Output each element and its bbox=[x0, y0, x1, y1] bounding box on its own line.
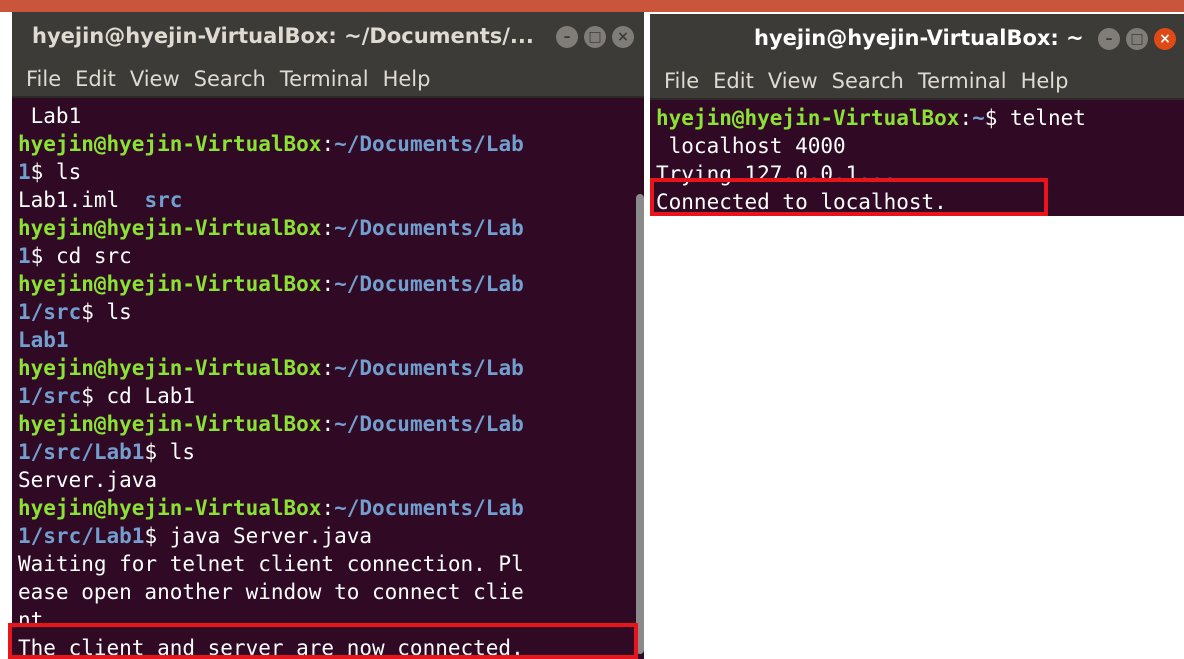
output-text: ease open another window to connect clie bbox=[18, 580, 524, 604]
maximize-icon[interactable]: □ bbox=[584, 26, 606, 48]
menu-help[interactable]: Help bbox=[383, 67, 431, 91]
terminal-line: hyejin@hyejin-VirtualBox:~/Documents/Lab bbox=[18, 494, 644, 522]
prompt-path: 1/src/Lab1 bbox=[18, 524, 145, 548]
prompt-separator: : bbox=[321, 496, 335, 520]
window-title: hyejin@hyejin-VirtualBox: ~/Documents/..… bbox=[32, 24, 534, 48]
prompt-user: hyejin@hyejin-VirtualBox bbox=[18, 412, 322, 436]
menu-file[interactable]: File bbox=[664, 69, 699, 93]
prompt-path: ~/Documents/Lab bbox=[334, 496, 524, 520]
terminal-line: Lab1.iml src bbox=[18, 186, 644, 214]
command-text: $ ls bbox=[30, 160, 82, 184]
prompt-user: hyejin@hyejin-VirtualBox bbox=[18, 496, 322, 520]
menu-help[interactable]: Help bbox=[1021, 69, 1069, 93]
menu-file[interactable]: File bbox=[26, 67, 61, 91]
menu-bar: File Edit View Search Terminal Help bbox=[650, 64, 1184, 100]
prompt-path: 1/src bbox=[18, 300, 82, 324]
prompt-user: hyejin@hyejin-VirtualBox bbox=[18, 356, 322, 380]
terminal-line: 1/src$ ls bbox=[18, 298, 644, 326]
command-text: $ java Server.java bbox=[144, 524, 373, 548]
menu-view[interactable]: View bbox=[130, 67, 180, 91]
terminal-line: 1$ ls bbox=[18, 158, 644, 186]
minimize-icon[interactable]: – bbox=[1098, 28, 1120, 50]
output-text: Lab1 bbox=[18, 104, 82, 128]
maximize-icon[interactable]: □ bbox=[1126, 28, 1148, 50]
terminal-line: 1/src$ cd Lab1 bbox=[18, 382, 644, 410]
titlebar[interactable]: hyejin@hyejin-VirtualBox: ~/Documents/..… bbox=[12, 12, 644, 62]
output-text: Waiting for telnet client connection. Pl bbox=[18, 552, 524, 576]
terminal-line: hyejin@hyejin-VirtualBox:~/Documents/Lab bbox=[18, 130, 644, 158]
directory-name: src bbox=[144, 188, 183, 212]
command-text: $ telnet bbox=[984, 106, 1086, 130]
menu-edit[interactable]: Edit bbox=[75, 67, 116, 91]
menu-view[interactable]: View bbox=[768, 69, 818, 93]
command-text: $ cd Lab1 bbox=[81, 384, 196, 408]
window-controls: – □ × bbox=[556, 26, 634, 48]
prompt-user: hyejin@hyejin-VirtualBox bbox=[18, 216, 322, 240]
terminal-line: 1/src/Lab1$ ls bbox=[18, 438, 644, 466]
prompt-user: hyejin@hyejin-VirtualBox bbox=[18, 132, 322, 156]
prompt-path: 1/src bbox=[18, 384, 82, 408]
terminal-line: hyejin@hyejin-VirtualBox:~/Documents/Lab bbox=[18, 214, 644, 242]
prompt-separator: : bbox=[321, 272, 335, 296]
terminal-line: 1/src/Lab1$ java Server.java bbox=[18, 522, 644, 550]
command-text: $ ls bbox=[144, 440, 196, 464]
menu-bar: File Edit View Search Terminal Help bbox=[12, 62, 644, 98]
output-text: Server.java bbox=[18, 468, 158, 492]
titlebar[interactable]: hyejin@hyejin-VirtualBox: ~ – □ × bbox=[650, 14, 1184, 64]
menu-edit[interactable]: Edit bbox=[713, 69, 754, 93]
terminal-line: hyejin@hyejin-VirtualBox:~/Documents/Lab bbox=[18, 354, 644, 382]
prompt-user: hyejin@hyejin-VirtualBox bbox=[18, 272, 322, 296]
terminal-line: Waiting for telnet client connection. Pl bbox=[18, 550, 644, 578]
terminal-line: hyejin@hyejin-VirtualBox:~/Documents/Lab bbox=[18, 410, 644, 438]
close-icon[interactable]: × bbox=[612, 26, 634, 48]
output-text: localhost 4000 bbox=[656, 134, 846, 158]
command-text: $ cd src bbox=[30, 244, 132, 268]
prompt-separator: : bbox=[321, 412, 335, 436]
window-title: hyejin@hyejin-VirtualBox: ~ bbox=[754, 26, 1084, 50]
menu-search[interactable]: Search bbox=[194, 67, 266, 91]
prompt-path: 1 bbox=[18, 244, 31, 268]
terminal-line: Server.java bbox=[18, 466, 644, 494]
prompt-path: 1 bbox=[18, 160, 31, 184]
prompt-separator: : bbox=[959, 106, 973, 130]
menu-terminal[interactable]: Terminal bbox=[280, 67, 369, 91]
terminal-line: hyejin@hyejin-VirtualBox:~$ telnet bbox=[656, 104, 1184, 132]
prompt-path: ~/Documents/Lab bbox=[334, 412, 524, 436]
desktop: hyejin@hyejin-VirtualBox: ~/Documents/..… bbox=[0, 0, 1184, 659]
prompt-separator: : bbox=[321, 216, 335, 240]
prompt-path: ~/Documents/Lab bbox=[334, 216, 524, 240]
directory-name: Lab1 bbox=[18, 328, 69, 352]
prompt-path: ~/Documents/Lab bbox=[334, 132, 524, 156]
command-text: $ ls bbox=[81, 300, 132, 324]
window-controls: – □ × bbox=[1098, 28, 1176, 50]
prompt-separator: : bbox=[321, 132, 335, 156]
prompt-path: ~/Documents/Lab bbox=[334, 356, 524, 380]
prompt-path: 1/src/Lab1 bbox=[18, 440, 145, 464]
desktop-top-edge bbox=[0, 0, 1184, 12]
scrollbar[interactable] bbox=[636, 194, 644, 654]
prompt-user: hyejin@hyejin-VirtualBox bbox=[656, 106, 960, 130]
close-icon[interactable]: × bbox=[1154, 28, 1176, 50]
highlight-box-client-connected bbox=[650, 178, 1048, 216]
highlight-box-server-connected bbox=[8, 623, 638, 659]
terminal-line: localhost 4000 bbox=[656, 132, 1184, 160]
terminal-line: hyejin@hyejin-VirtualBox:~/Documents/Lab bbox=[18, 270, 644, 298]
menu-search[interactable]: Search bbox=[832, 69, 904, 93]
prompt-path: ~/Documents/Lab bbox=[334, 272, 524, 296]
terminal-line: 1$ cd src bbox=[18, 242, 644, 270]
minimize-icon[interactable]: – bbox=[556, 26, 578, 48]
terminal-window-server[interactable]: hyejin@hyejin-VirtualBox: ~/Documents/..… bbox=[12, 12, 644, 659]
file-name: Lab1.iml bbox=[18, 188, 145, 212]
terminal-output[interactable]: Lab1 hyejin@hyejin-VirtualBox:~/Documents… bbox=[12, 98, 644, 659]
terminal-line: Lab1 bbox=[18, 326, 644, 354]
menu-terminal[interactable]: Terminal bbox=[918, 69, 1007, 93]
prompt-separator: : bbox=[321, 356, 335, 380]
terminal-line: ease open another window to connect clie bbox=[18, 578, 644, 606]
prompt-path: ~ bbox=[972, 106, 985, 130]
terminal-line: Lab1 bbox=[18, 102, 644, 130]
